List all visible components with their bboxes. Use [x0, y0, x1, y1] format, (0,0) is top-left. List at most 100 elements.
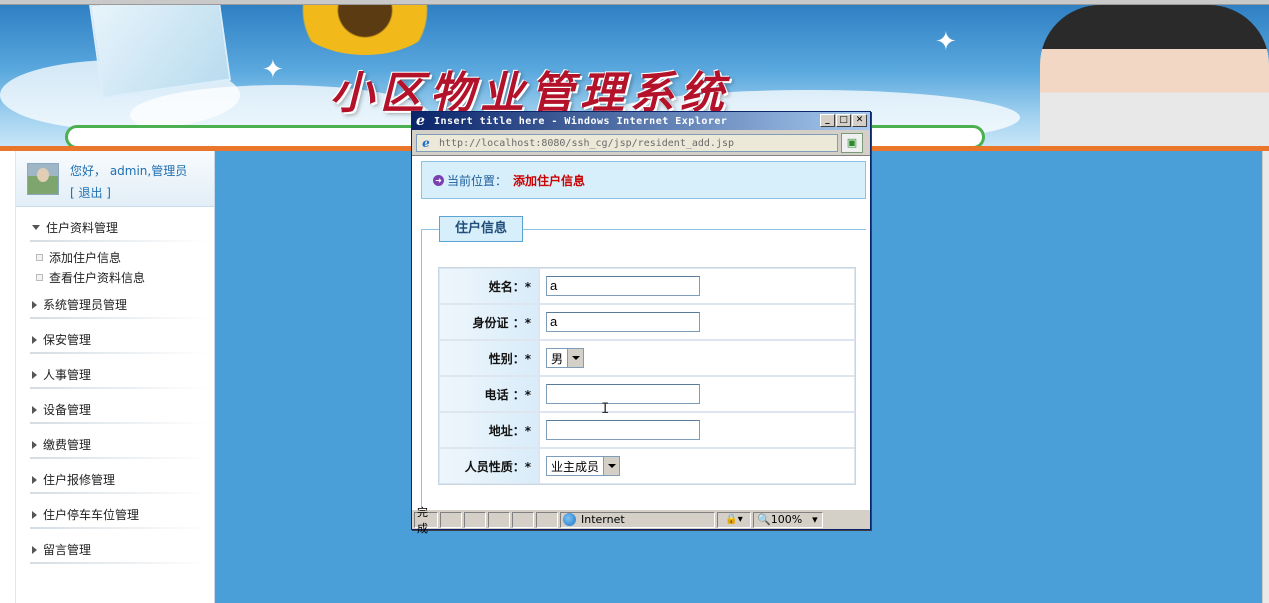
bullet-icon — [36, 253, 43, 261]
gender-value: 男 — [551, 351, 564, 366]
type-select[interactable]: 业主成员 — [546, 456, 621, 476]
status-cell — [440, 511, 462, 528]
zoom-control[interactable]: 🔍 100% ▾ — [753, 511, 823, 528]
resident-form: 姓名：* a 身份证 ：* a 性别：* 男 电话 ：* 地址：* 人员性质：*… — [438, 267, 856, 485]
address-label: 地址：* — [439, 412, 539, 448]
status-cell — [536, 511, 558, 528]
menu-group-label: 人事管理 — [43, 368, 92, 382]
menu-group-payment[interactable]: 缴费管理 — [16, 424, 214, 459]
sunflower-decoration — [290, 5, 440, 55]
chevron-down-icon[interactable] — [567, 349, 584, 367]
menu-divider — [30, 240, 210, 242]
menu-group-label: 住户报修管理 — [43, 473, 116, 487]
menu-group-hr[interactable]: 人事管理 — [16, 354, 214, 389]
window-controls: _ □ ✕ — [820, 114, 867, 127]
logout-link[interactable]: [ 退出 ] — [70, 184, 111, 201]
minimize-button[interactable]: _ — [820, 114, 835, 127]
address-field[interactable]: e http://localhost:8080/ssh_cg/jsp/resid… — [416, 134, 838, 152]
security-icon[interactable]: 🔒▾ — [717, 511, 751, 528]
id-input[interactable]: a — [546, 312, 700, 332]
zone-indicator: Internet — [560, 511, 715, 528]
submenu-resident: 添加住户信息 查看住户资料信息 — [16, 247, 214, 287]
arrow-circle-icon: ➜ — [433, 174, 444, 186]
gender-label: 性别：* — [439, 340, 539, 376]
menu-group-label: 缴费管理 — [43, 438, 92, 452]
phone-label: 电话 ：* — [439, 376, 539, 412]
chevron-down-icon[interactable] — [603, 457, 620, 475]
name-input[interactable]: a — [546, 276, 700, 296]
location-label: 当前位置： — [447, 173, 508, 188]
id-label: 身份证 ：* — [439, 304, 539, 340]
form-row-type: 人员性质：* 业主成员 — [439, 448, 855, 484]
menu-group-parking[interactable]: 住户停车车位管理 — [16, 494, 214, 529]
menu-group-equipment[interactable]: 设备管理 — [16, 389, 214, 424]
bullet-icon — [36, 273, 43, 281]
go-icon[interactable]: ▣ — [841, 133, 863, 153]
popup-window: e Insert title here - Windows Internet E… — [411, 111, 871, 535]
menu-group-label: 保安管理 — [43, 333, 92, 347]
form-row-id: 身份证 ：* a — [439, 304, 855, 340]
name-label: 姓名：* — [439, 268, 539, 304]
menu-group-label: 设备管理 — [43, 403, 92, 417]
menu-group-label: 留言管理 — [43, 543, 92, 557]
popup-title: Insert title here - Windows Internet Exp… — [434, 115, 728, 127]
chevron-right-icon — [32, 440, 37, 449]
left-gutter — [0, 151, 16, 603]
globe-icon — [563, 513, 576, 526]
sidebar-item-label: 添加住户信息 — [49, 250, 122, 265]
fieldset-legend: 住户信息 — [439, 216, 523, 242]
chevron-right-icon — [32, 300, 37, 309]
address-url: http://localhost:8080/ssh_cg/jsp/residen… — [439, 137, 735, 149]
form-row-address: 地址：* — [439, 412, 855, 448]
ie-logo-icon: e — [416, 113, 425, 129]
status-cell — [512, 511, 534, 528]
avatar — [27, 163, 59, 195]
chevron-right-icon — [32, 370, 37, 379]
menu-group-label: 住户资料管理 — [46, 221, 119, 235]
address-input[interactable] — [546, 420, 700, 440]
type-label: 人员性质：* — [439, 448, 539, 484]
form-row-gender: 性别：* 男 — [439, 340, 855, 376]
close-button[interactable]: ✕ — [852, 114, 867, 127]
sidebar-item-add-resident[interactable]: 添加住户信息 — [36, 247, 214, 267]
chevron-down-icon — [32, 225, 40, 230]
fieldset-border — [421, 229, 422, 509]
sidebar-item-label: 查看住户资料信息 — [49, 270, 146, 285]
text-cursor-icon: I — [601, 401, 610, 417]
menu-group-resident[interactable]: 住户资料管理 — [16, 207, 214, 242]
chevron-right-icon — [32, 545, 37, 554]
address-bar: e http://localhost:8080/ssh_cg/jsp/resid… — [412, 130, 870, 156]
dove-decoration: ✦ — [935, 27, 957, 57]
main-scrollbar[interactable] — [1262, 151, 1269, 603]
chevron-down-icon: ▾ — [812, 513, 818, 526]
menu-group-label: 住户停车车位管理 — [43, 508, 140, 522]
menu-group-message[interactable]: 留言管理 — [16, 529, 214, 564]
menu-group-admin[interactable]: 系统管理员管理 — [16, 284, 214, 319]
chevron-right-icon — [32, 510, 37, 519]
zoom-level: 100% — [770, 513, 803, 526]
chevron-right-icon — [32, 475, 37, 484]
menu-group-label: 系统管理员管理 — [43, 298, 128, 312]
banner-portrait — [1040, 5, 1269, 151]
menu-group-security[interactable]: 保安管理 — [16, 319, 214, 354]
form-row-phone: 电话 ：* — [439, 376, 855, 412]
user-box: 您好， admin,管理员 [ 退出 ] — [16, 151, 214, 207]
page-icon: e — [422, 136, 430, 150]
dove-decoration: ✦ — [262, 55, 284, 85]
chevron-right-icon — [32, 335, 37, 344]
zoom-icon: 🔍 — [757, 513, 771, 526]
popup-content: ➜ 当前位置： 添加住户信息 住户信息 姓名：* a 身份证 ：* a 性别：*… — [412, 157, 870, 509]
sidebar: 您好， admin,管理员 [ 退出 ] 住户资料管理 添加住户信息 查看住户资… — [16, 151, 215, 603]
status-cell — [488, 511, 510, 528]
menu-group-repair[interactable]: 住户报修管理 — [16, 459, 214, 494]
breadcrumb: ➜ 当前位置： 添加住户信息 — [421, 161, 866, 199]
maximize-button[interactable]: □ — [836, 114, 851, 127]
phone-input[interactable] — [546, 384, 700, 404]
chevron-right-icon — [32, 405, 37, 414]
status-bar: 完成 Internet 🔒▾ 🔍 100% ▾ — [412, 506, 870, 535]
menu-divider — [30, 562, 210, 564]
gender-select[interactable]: 男 — [546, 348, 585, 368]
popup-titlebar[interactable]: e Insert title here - Windows Internet E… — [412, 112, 870, 130]
zone-text: Internet — [581, 513, 625, 526]
greeting-text: 您好， admin,管理员 — [70, 164, 188, 178]
